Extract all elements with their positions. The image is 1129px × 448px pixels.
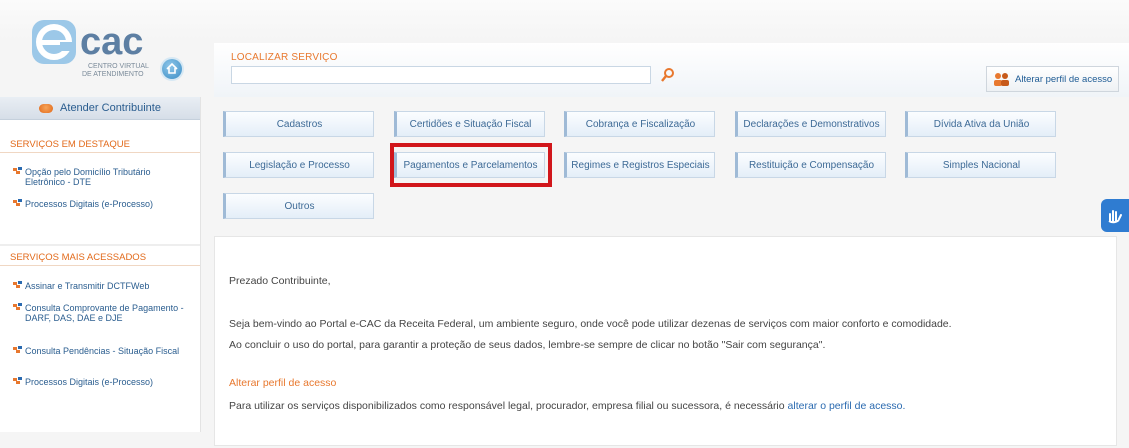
service-button[interactable]: Regimes e Registros Especiais xyxy=(564,152,715,178)
home-icon[interactable] xyxy=(162,59,182,79)
bullet-icon xyxy=(13,167,22,174)
service-button[interactable]: Simples Nacional xyxy=(905,152,1056,178)
bullet-icon xyxy=(13,377,22,384)
bullet-icon xyxy=(13,303,22,310)
service-button[interactable]: Restituição e Compensação xyxy=(735,152,886,178)
profile-text: Para utilizar os serviços disponibilizad… xyxy=(229,400,785,412)
logo-subtitle-1: CENTRO VIRTUAL xyxy=(88,63,149,70)
logo-subtitle-2: DE ATENDIMENTO xyxy=(82,71,144,78)
home-glyph xyxy=(166,62,178,74)
atender-label: Atender Contribuinte xyxy=(60,102,161,114)
sidebar-item-dte[interactable]: Opção pelo Domicílio Tributário Eletrôni… xyxy=(25,167,185,187)
sidebar-item-eprocesso[interactable]: Processos Digitais (e-Processo) xyxy=(25,199,185,209)
atender-contribuinte-button[interactable]: Atender Contribuinte xyxy=(0,97,200,120)
highlight-box xyxy=(390,143,552,187)
service-button[interactable]: Declarações e Demonstrativos xyxy=(735,111,886,137)
service-button[interactable]: Outros xyxy=(223,193,374,219)
search-label: LOCALIZAR SERVIÇO xyxy=(231,52,338,63)
search-glyph xyxy=(661,68,674,82)
alterar-perfil-title: Alterar perfil de acesso xyxy=(229,377,337,389)
logout-note: Ao concluir o uso do portal, para garant… xyxy=(229,339,826,351)
greeting: Prezado Contribuinte, xyxy=(229,275,331,287)
service-button[interactable]: Legislação e Processo xyxy=(223,152,374,178)
bullet-icon xyxy=(13,281,22,288)
logo-brand: cac xyxy=(80,21,143,63)
destaque-title: SERVIÇOS EM DESTAQUE xyxy=(0,137,200,153)
profile-paragraph: Para utilizar os serviços disponibilizad… xyxy=(229,400,905,412)
alterar-perfil-label: Alterar perfil de acesso xyxy=(1015,73,1113,85)
sidebar-item-comprovante[interactable]: Consulta Comprovante de Pagamento - DARF… xyxy=(25,303,185,323)
welcome-text: Seja bem-vindo ao Portal e-CAC da Receit… xyxy=(229,318,952,330)
bullet-icon xyxy=(13,199,22,206)
sidebar-item-eprocesso-2[interactable]: Processos Digitais (e-Processo) xyxy=(25,377,185,387)
service-button[interactable]: Dívida Ativa da União xyxy=(905,111,1056,137)
search-icon[interactable] xyxy=(660,67,676,83)
search-input[interactable] xyxy=(231,66,651,84)
service-button[interactable]: Certidões e Situação Fiscal xyxy=(394,111,545,137)
service-button[interactable]: Cobrança e Fiscalização xyxy=(564,111,715,137)
alterar-perfil-button[interactable]: Alterar perfil de acesso xyxy=(986,66,1119,92)
mais-acessados-title: SERVIÇOS MAIS ACESSADOS xyxy=(0,250,200,266)
sidebar-divider xyxy=(0,244,200,246)
users-icon xyxy=(994,73,1009,86)
accessibility-libras-button[interactable] xyxy=(1101,199,1129,232)
alterar-perfil-link[interactable]: alterar o perfil de acesso. xyxy=(788,400,906,412)
service-button[interactable]: Cadastros xyxy=(223,111,374,137)
sidebar-item-pendencias[interactable]: Consulta Pendências - Situação Fiscal xyxy=(25,346,185,356)
atender-icon xyxy=(39,103,54,113)
bullet-icon xyxy=(13,346,22,353)
sign-language-icon xyxy=(1108,209,1122,223)
sidebar-item-dctfweb[interactable]: Assinar e Transmitir DCTFWeb xyxy=(25,281,185,291)
